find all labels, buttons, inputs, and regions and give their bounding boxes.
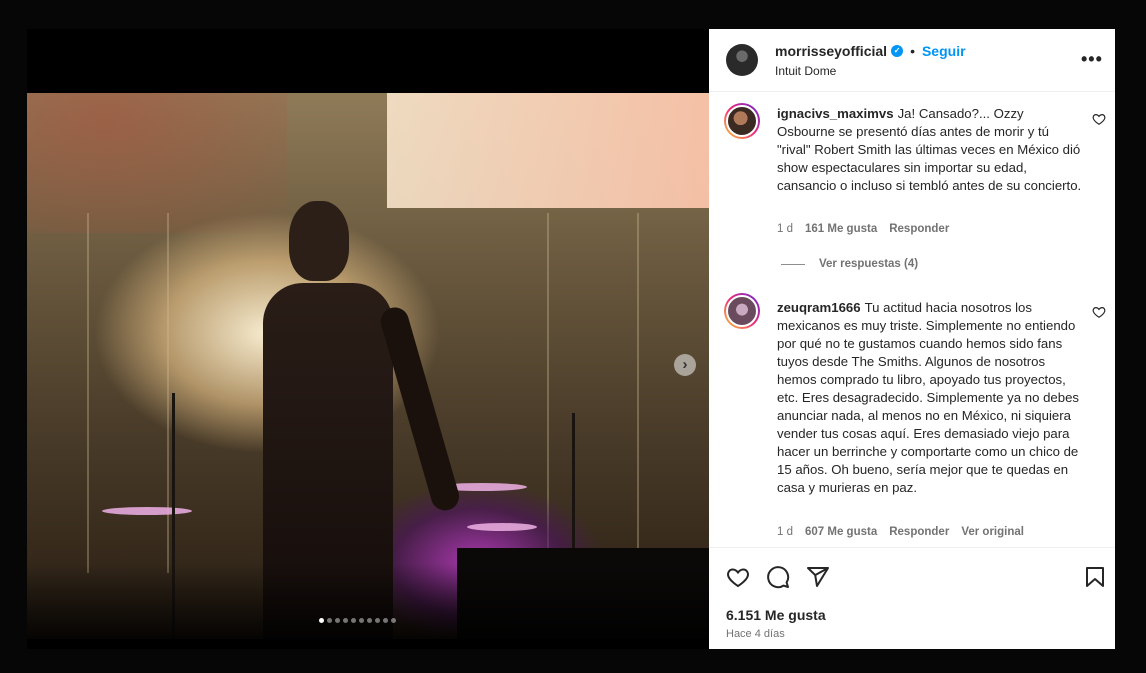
action-bar: 6.151 Me gusta Hace 4 días (709, 547, 1115, 649)
replies-divider (781, 263, 805, 265)
post-likes[interactable]: 6.151 Me gusta (726, 607, 826, 623)
comment-icon[interactable] (766, 565, 790, 589)
reply-button[interactable]: Responder (889, 223, 949, 235)
heart-icon[interactable] (726, 565, 750, 589)
screenshot-frame: › morrisseyofficial ✓ • Seguir Intuit Do… (0, 0, 1146, 673)
more-options-icon[interactable]: ••• (1081, 49, 1103, 70)
commenter-username[interactable]: ignacivs_maximvs (777, 106, 894, 121)
carousel-dot (359, 618, 364, 623)
commenter-username[interactable]: zeuqram1666 (777, 300, 861, 315)
carousel-dot (375, 618, 380, 623)
comment-text: Tu actitud hacia nosotros los mexicanos … (777, 300, 1080, 495)
comment-likes[interactable]: 607 Me gusta (805, 526, 877, 538)
carousel-dot (327, 618, 332, 623)
author-line: morrisseyofficial ✓ • Seguir (775, 43, 966, 59)
view-replies-button[interactable]: Ver respuestas (4) (781, 258, 918, 270)
concert-photo[interactable] (27, 93, 709, 639)
curtain-fold (637, 213, 639, 573)
carousel-dot (319, 618, 324, 623)
comment-likes[interactable]: 161 Me gusta (805, 223, 877, 235)
comment-item: zeuqram1666 Tu actitud hacia nosotros los… (709, 293, 1115, 548)
author-avatar[interactable] (726, 44, 758, 76)
curtain-fold (87, 213, 89, 573)
reply-button[interactable]: Responder (889, 526, 949, 538)
cymbal (102, 507, 192, 515)
verified-badge-icon: ✓ (891, 45, 904, 57)
comment-body: ignacivs_maximvs Ja! Cansado?... Ozzy Osb… (777, 105, 1082, 195)
comment-like-icon[interactable] (1092, 112, 1106, 126)
post-sidebar: morrisseyofficial ✓ • Seguir Intuit Dome… (709, 29, 1115, 649)
view-replies-label: Ver respuestas (4) (819, 258, 919, 270)
comment-age: 1 d (777, 526, 793, 538)
share-icon[interactable] (806, 565, 830, 589)
post-timestamp: Hace 4 días (726, 628, 785, 640)
commenter-avatar[interactable] (724, 103, 760, 139)
comment-like-icon[interactable] (1092, 305, 1106, 319)
carousel-dot (383, 618, 388, 623)
stage-glow (27, 93, 287, 233)
cymbal (467, 523, 537, 531)
comment-body: zeuqram1666 Tu actitud hacia nosotros los… (777, 299, 1082, 497)
view-original-button[interactable]: Ver original (961, 526, 1024, 538)
curtain-fold (167, 213, 169, 573)
carousel-dot (391, 618, 396, 623)
carousel-dot (367, 618, 372, 623)
carousel-next-button[interactable]: › (674, 354, 696, 376)
floor-shadow (27, 563, 709, 639)
comment-meta: 1 d 607 Me gusta Responder Ver original (777, 526, 1024, 538)
bookmark-icon[interactable] (1083, 565, 1107, 589)
comment-meta: 1 d 161 Me gusta Responder (777, 223, 949, 235)
post-header: morrisseyofficial ✓ • Seguir Intuit Dome… (709, 29, 1115, 92)
comment-age: 1 d (777, 223, 793, 235)
singer-head (289, 201, 349, 281)
stage-backlight (387, 93, 709, 208)
post-media: › (27, 29, 709, 649)
separator-dot: • (910, 43, 915, 59)
follow-button[interactable]: Seguir (922, 43, 966, 59)
post-location[interactable]: Intuit Dome (775, 64, 836, 78)
author-username[interactable]: morrisseyofficial (775, 43, 887, 59)
carousel-dot (351, 618, 356, 623)
carousel-dot (343, 618, 348, 623)
carousel-dot (335, 618, 340, 623)
commenter-avatar[interactable] (724, 293, 760, 329)
carousel-indicators (319, 618, 396, 623)
